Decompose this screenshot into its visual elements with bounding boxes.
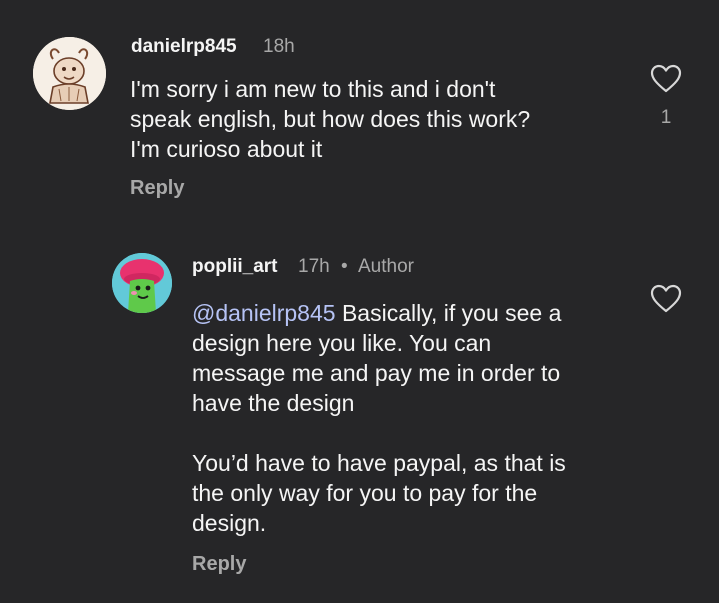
reply-text-line: You’d have to have paypal, as that is [192, 450, 566, 476]
heart-icon [650, 64, 682, 93]
comment-danielrp845: danielrp845 18h I'm sorry i am new to th… [0, 0, 719, 220]
reply-text-first: Basically, if you see a [335, 300, 562, 326]
meta-separator: • [341, 256, 348, 277]
author-badge: Author [358, 256, 414, 277]
reply-timestamp: 17h [298, 256, 330, 277]
reply-button[interactable]: Reply [130, 177, 184, 200]
reply-username[interactable]: poplii_art [192, 256, 278, 278]
heart-icon [650, 284, 682, 313]
like-button[interactable] [650, 284, 682, 314]
reply-button[interactable]: Reply [192, 553, 246, 576]
like-button[interactable] [650, 64, 682, 94]
comment-text-line: speak english, but how does this work? [130, 106, 531, 132]
comment-timestamp: 18h [263, 36, 295, 57]
mention-link[interactable]: @danielrp845 [192, 300, 336, 326]
reply-text-line: design here you like. You can [192, 330, 492, 356]
like-count: 1 [660, 107, 672, 128]
reply-text: @danielrp845 Basically, if you see a des… [192, 298, 566, 538]
comment-username[interactable]: danielrp845 [131, 36, 237, 58]
reply-text-line: @danielrp845 Basically, if you see a [192, 298, 566, 328]
avatar[interactable] [112, 253, 172, 313]
reply-text-line: the only way for you to pay for the [192, 480, 538, 506]
sketch-animal-avatar-icon [33, 37, 106, 110]
reply-text-line: have the design [192, 390, 355, 416]
comment-text-line: I'm curioso about it [130, 136, 323, 162]
green-cartoon-avatar-icon [112, 253, 172, 313]
comment-text: I'm sorry i am new to this and i don't s… [130, 74, 530, 164]
comment-text-line: I'm sorry i am new to this and i don't [130, 76, 496, 102]
reply-text-line: design. [192, 510, 267, 536]
comment-poplii-art: poplii_art 17h • Author @danielrp845 Bas… [0, 220, 719, 603]
reply-text-line: message me and pay me in order to [192, 360, 561, 386]
avatar[interactable] [33, 37, 106, 110]
